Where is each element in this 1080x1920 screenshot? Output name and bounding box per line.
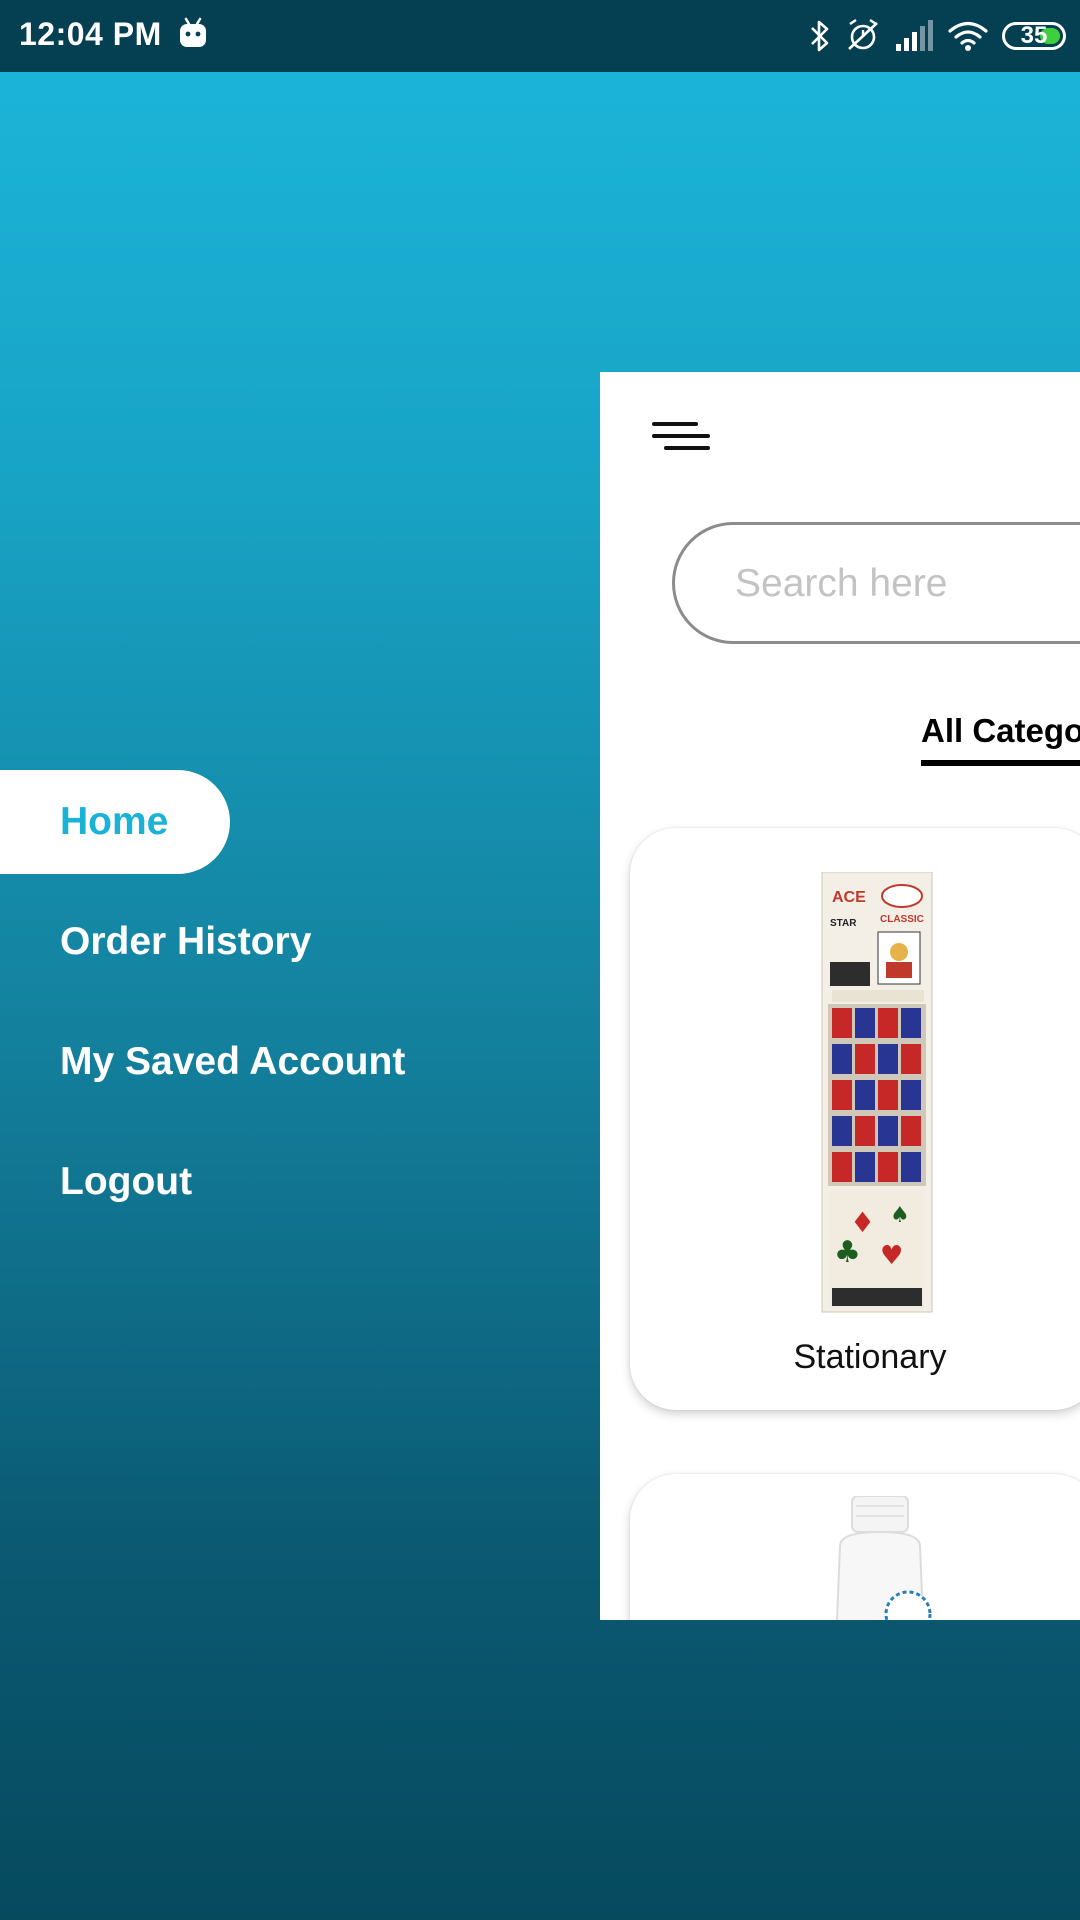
drawer-item-label: My Saved Account (60, 1040, 406, 1083)
svg-text:♠: ♠ (890, 1203, 910, 1228)
status-bar: 12:04 PM 35 (0, 0, 1080, 72)
tab-all-categories[interactable]: All Catego (921, 712, 1080, 750)
svg-text:♣: ♣ (834, 1235, 861, 1270)
bluetooth-icon (811, 20, 829, 52)
signal-icon (896, 20, 933, 51)
alarm-off-icon (848, 19, 878, 50)
search-input[interactable] (733, 553, 1080, 615)
main-content-panel: All Catego ACE STAR CLASSIC ♦ ♣ (600, 372, 1080, 1620)
status-time: 12:04 PM (19, 16, 162, 52)
drawer-item-label: Home (60, 800, 169, 843)
playing-cards-display-image: ACE STAR CLASSIC ♦ ♣ ♥ ♠ (821, 872, 933, 1313)
svg-text:CLASSIC: CLASSIC (880, 914, 924, 925)
search-box[interactable] (672, 522, 1080, 644)
battery-icon: 35 (1002, 22, 1066, 50)
drawer-item-label: Logout (60, 1160, 193, 1203)
wifi-icon (948, 21, 988, 51)
drawer-item-my-saved-account[interactable]: My Saved Account (0, 1010, 600, 1114)
android-icon (180, 17, 206, 47)
hamburger-menu-icon[interactable] (652, 416, 712, 456)
category-card[interactable] (630, 1474, 1080, 1620)
drawer-menu: Home Order History My Saved Account Logo… (0, 770, 600, 1250)
tab-active-indicator (921, 760, 1080, 766)
drawer-item-label: Order History (60, 920, 312, 963)
svg-text:ACE: ACE (832, 889, 866, 906)
white-bottle-image (836, 1496, 932, 1620)
drawer-item-home[interactable]: Home (0, 770, 230, 874)
drawer-item-order-history[interactable]: Order History (0, 890, 600, 994)
battery-level: 35 (1020, 22, 1048, 49)
svg-text:♥: ♥ (880, 1241, 903, 1271)
category-label: Stationary (793, 1338, 947, 1376)
category-card-stationary[interactable]: ACE STAR CLASSIC ♦ ♣ ♥ ♠ Stationary (630, 828, 1080, 1410)
status-icons: 35 (808, 14, 1066, 58)
drawer-item-logout[interactable]: Logout (0, 1130, 600, 1234)
svg-text:STAR: STAR (830, 918, 857, 929)
